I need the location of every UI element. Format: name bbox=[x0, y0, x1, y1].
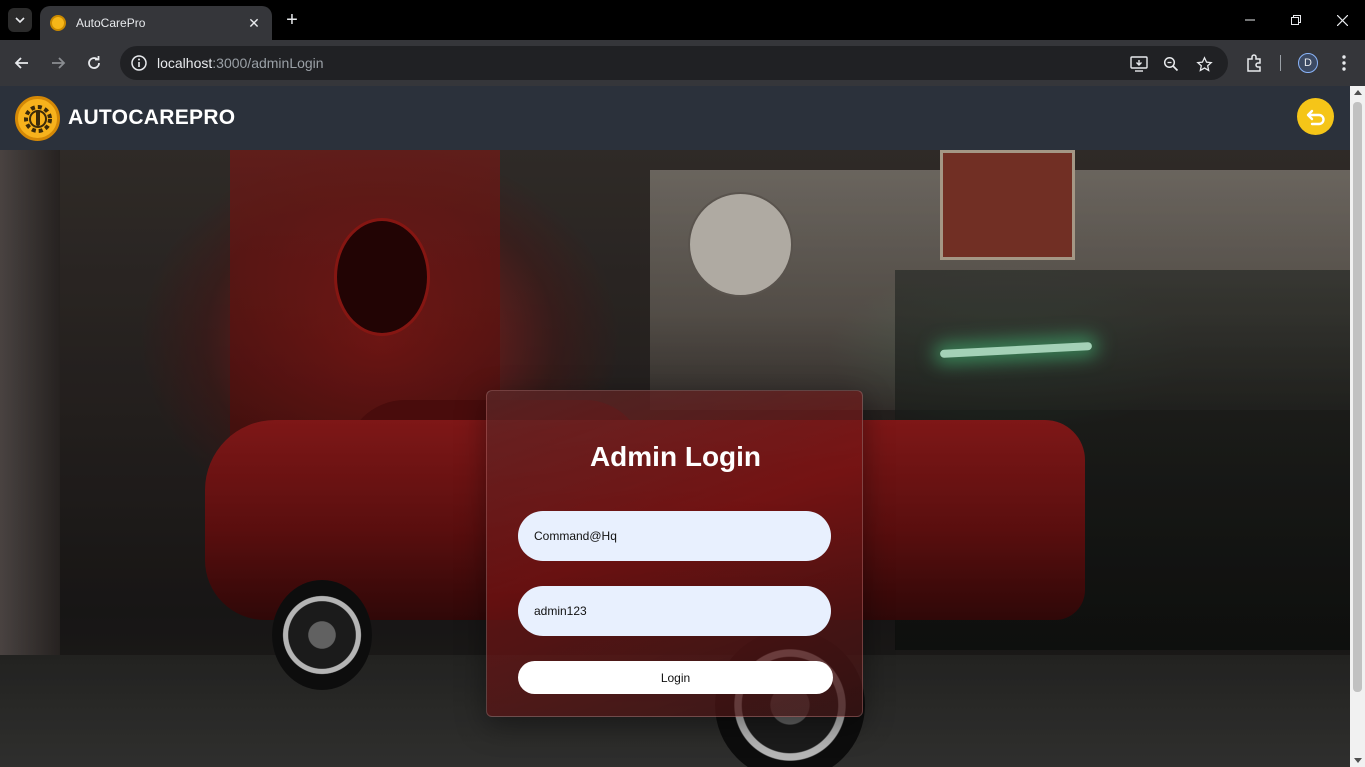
close-window-button[interactable] bbox=[1319, 0, 1365, 40]
back-navigation-button[interactable] bbox=[1297, 98, 1334, 135]
site-info-icon[interactable] bbox=[130, 54, 148, 72]
app-header: AUTOCAREPRO bbox=[0, 86, 1350, 150]
close-icon bbox=[1336, 14, 1348, 26]
restore-button[interactable] bbox=[1273, 0, 1319, 40]
tab-search-button[interactable] bbox=[8, 8, 32, 32]
scrollbar-thumb[interactable] bbox=[1353, 102, 1362, 692]
zoom-icon[interactable] bbox=[1161, 54, 1181, 74]
page-scrollbar[interactable] bbox=[1350, 86, 1365, 767]
undo-arrow-icon bbox=[1306, 109, 1325, 125]
browser-tab[interactable]: AutoCarePro ✕ bbox=[40, 6, 272, 40]
browser-toolbar: localhost:3000/adminLogin D bbox=[0, 40, 1365, 86]
arrow-right-icon bbox=[52, 57, 66, 69]
minimize-button[interactable] bbox=[1227, 0, 1273, 40]
url-path: :3000/adminLogin bbox=[212, 55, 324, 71]
login-button[interactable]: Login bbox=[518, 661, 833, 694]
new-tab-button[interactable]: + bbox=[282, 9, 302, 31]
close-tab-icon[interactable]: ✕ bbox=[246, 15, 262, 32]
username-input[interactable] bbox=[518, 511, 831, 561]
toolbar-divider bbox=[1280, 55, 1281, 71]
page-viewport: AUTOCAREPRO Admin Login Login bbox=[0, 86, 1350, 767]
arrow-left-icon bbox=[14, 57, 28, 69]
restore-icon bbox=[1291, 15, 1301, 25]
reload-icon bbox=[88, 56, 100, 69]
reload-button[interactable] bbox=[81, 50, 107, 76]
bookmark-star-icon[interactable] bbox=[1194, 54, 1214, 74]
minimize-icon bbox=[1245, 19, 1255, 21]
back-button[interactable] bbox=[9, 50, 35, 76]
forward-button[interactable] bbox=[45, 50, 71, 76]
scroll-up-icon[interactable] bbox=[1354, 90, 1362, 95]
install-app-icon[interactable] bbox=[1129, 54, 1149, 74]
favicon-icon bbox=[50, 15, 66, 31]
scroll-down-icon[interactable] bbox=[1354, 758, 1362, 763]
password-input[interactable] bbox=[518, 586, 831, 636]
chevron-down-icon bbox=[15, 17, 25, 24]
login-title: Admin Login bbox=[589, 441, 762, 472]
browser-tab-bar: AutoCarePro ✕ + bbox=[0, 0, 1365, 40]
extensions-icon[interactable] bbox=[1243, 52, 1265, 74]
garage-background-image: Admin Login Login bbox=[0, 150, 1350, 767]
address-bar[interactable]: localhost:3000/adminLogin bbox=[120, 46, 1228, 80]
profile-avatar[interactable]: D bbox=[1298, 53, 1318, 73]
brand-name[interactable]: AUTOCAREPRO bbox=[68, 106, 235, 130]
gear-wrench-logo-icon[interactable] bbox=[15, 96, 60, 141]
tab-title: AutoCarePro bbox=[76, 16, 146, 30]
url-text: localhost:3000/adminLogin bbox=[157, 55, 324, 71]
menu-kebab-icon[interactable] bbox=[1333, 52, 1355, 74]
url-host: localhost bbox=[157, 55, 213, 71]
admin-login-card: Admin Login Login bbox=[486, 390, 863, 717]
